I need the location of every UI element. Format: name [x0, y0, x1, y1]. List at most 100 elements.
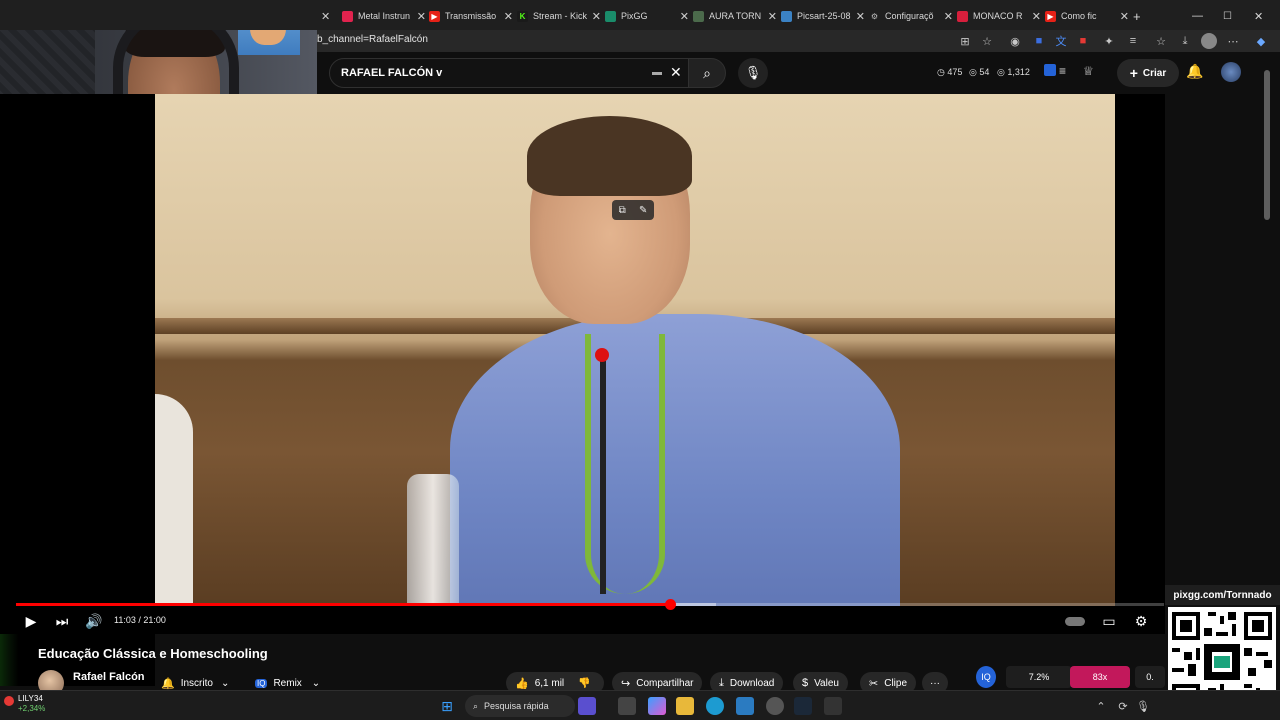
close-tab-icon[interactable]: ✕ — [944, 10, 953, 23]
subtitles-icon[interactable]: ▭ — [1100, 612, 1118, 630]
menu-icon[interactable]: ≡ — [1059, 64, 1066, 78]
search-icon: ⌕ — [703, 64, 711, 81]
extension-red-icon[interactable]: ■ — [1075, 33, 1091, 49]
tray-microphone-icon[interactable]: 🎙 — [1134, 697, 1152, 715]
close-tab-icon[interactable]: ✕ — [768, 10, 777, 23]
obs-app-icon[interactable] — [766, 697, 784, 715]
close-tab-icon[interactable]: ✕ — [592, 10, 601, 23]
search-input[interactable]: RAFAEL FALCÓN v — [341, 67, 442, 79]
browser-tab[interactable]: ✕ — [317, 4, 335, 28]
play-icon[interactable]: ▶ — [22, 612, 40, 630]
translate-icon[interactable]: 文 — [1053, 33, 1069, 49]
stock-widget[interactable]: LILY34 +2,34% — [18, 694, 45, 714]
extension-shield-icon[interactable]: ■ — [1031, 33, 1047, 49]
favorites-icon[interactable]: ☆ — [1153, 33, 1169, 49]
notes-icon[interactable]: ✎ — [639, 205, 647, 216]
volume-icon[interactable]: 🔊 — [85, 612, 103, 630]
widgets-app-icon[interactable] — [578, 697, 596, 715]
notifications-bell-icon[interactable]: 🔔 — [1186, 63, 1203, 80]
minimize-icon[interactable]: — — [1192, 4, 1204, 28]
remix-label: Remix — [273, 677, 302, 689]
copilot-icon[interactable]: ◆ — [1253, 33, 1269, 49]
browser-tab[interactable]: AURA TORN ✕ — [693, 4, 777, 28]
close-window-icon[interactable]: ✕ — [1254, 4, 1266, 28]
views-count: 475 — [947, 67, 963, 77]
channel-name[interactable]: Rafael Falcón — [73, 671, 145, 683]
close-tab-icon[interactable]: ✕ — [856, 10, 865, 23]
stock-change: +2,34% — [18, 704, 46, 713]
download-label: Download — [729, 677, 775, 689]
windows-start-icon[interactable]: ⊞ — [438, 697, 456, 715]
browser-tab[interactable]: PixGG ✕ — [605, 4, 689, 28]
close-tab-icon[interactable]: ✕ — [417, 10, 426, 23]
autoplay-toggle[interactable] — [1064, 612, 1086, 630]
profile-avatar-icon[interactable] — [1201, 33, 1217, 49]
tab-favicon-icon: K — [517, 10, 528, 22]
video-player[interactable]: ⧉ ✎ — [0, 94, 1165, 634]
address-bar[interactable]: b_channel=RafaelFalcón ⊞ ☆ ◉ ■ 文 ■ ✦ ≡ ☆… — [317, 30, 1280, 52]
tray-chevron-icon[interactable]: ⌃ — [1092, 697, 1110, 715]
extension-puzzle-icon[interactable]: ✦ — [1101, 33, 1117, 49]
steam-app-icon[interactable] — [794, 697, 812, 715]
speaker-lanyard — [585, 334, 665, 594]
iq-badge-icon: IQ — [976, 666, 996, 688]
dislike-icon[interactable]: 👎 — [578, 678, 590, 689]
url-text[interactable]: b_channel=RafaelFalcón — [317, 34, 428, 45]
task-view-icon[interactable] — [618, 697, 636, 715]
picture-in-picture-icon[interactable]: ⧉ — [619, 205, 626, 216]
close-tab-icon[interactable]: ✕ — [680, 10, 689, 23]
tab-favicon-icon — [781, 10, 792, 22]
close-tab-icon[interactable]: ✕ — [1120, 10, 1129, 23]
microphone-light — [595, 348, 609, 362]
video-frame[interactable] — [155, 94, 1115, 606]
install-app-icon[interactable]: ⊞ — [957, 33, 973, 49]
copilot-app-icon[interactable] — [648, 697, 666, 715]
extension-badge-icon[interactable] — [1044, 64, 1056, 76]
next-icon[interactable]: ⏭ — [53, 612, 71, 630]
search-box[interactable]: RAFAEL FALCÓN v ▬ ✕ — [329, 58, 699, 88]
download-icon[interactable]: ⤓ — [1177, 33, 1193, 49]
photos-app-icon[interactable] — [736, 697, 754, 715]
close-tab-icon[interactable]: ✕ — [1032, 10, 1041, 23]
taskbar-search[interactable]: ⌕ Pesquisa rápida — [465, 695, 575, 717]
new-tab-button[interactable]: + — [1133, 4, 1147, 28]
edge-browser-icon[interactable] — [706, 697, 724, 715]
notepad-app-icon[interactable] — [824, 697, 842, 715]
extension-icon[interactable]: ◉ — [1007, 33, 1023, 49]
played-bar — [16, 603, 671, 606]
video-overlay-controls[interactable]: ⧉ ✎ — [612, 200, 654, 220]
maximize-icon[interactable]: ☐ — [1223, 4, 1235, 28]
browser-tab[interactable]: Metal Instrun ✕ — [342, 4, 426, 28]
close-tab-icon[interactable]: ✕ — [504, 10, 513, 23]
browser-tab[interactable]: Picsart-25-08 ✕ — [781, 4, 865, 28]
reading-list-icon[interactable]: ≡ — [1125, 33, 1141, 49]
account-avatar[interactable] — [1221, 62, 1241, 82]
clock-icon: ◷ — [937, 67, 945, 77]
page-scrollbar[interactable] — [1264, 70, 1270, 220]
watchers-stat: ◎ 1,312 — [997, 67, 1030, 78]
microphone-icon: 🎙 — [744, 65, 762, 80]
browser-tab[interactable]: ▶ Transmissão ✕ — [429, 4, 513, 28]
like-icon[interactable]: 👍 — [515, 677, 529, 690]
keyboard-icon[interactable]: ▬ — [652, 67, 662, 78]
browser-tab[interactable]: K Stream - Kick ✕ — [517, 4, 601, 28]
settings-gear-icon[interactable]: ⚙ — [1132, 612, 1150, 630]
create-button[interactable]: + Criar — [1117, 59, 1179, 87]
close-tab-icon[interactable]: ✕ — [321, 10, 330, 23]
clear-search-icon[interactable]: ✕ — [670, 64, 682, 81]
tab-label: MONACO R — [973, 11, 1023, 21]
scissors-icon: ✂ — [869, 677, 879, 690]
browser-menu-icon[interactable]: ⋯ — [1225, 33, 1241, 49]
search-button[interactable]: ⌕ — [688, 58, 726, 88]
browser-tab[interactable]: MONACO R ✕ — [957, 4, 1041, 28]
browser-tab[interactable]: ▶ Como fic ✕ — [1045, 4, 1129, 28]
bookmark-star-icon[interactable]: ☆ — [979, 33, 995, 49]
progress-bar[interactable] — [16, 599, 1164, 610]
tray-app-icon[interactable]: ⟳ — [1114, 697, 1132, 715]
eye-icon: ◎ — [969, 67, 977, 77]
file-explorer-icon[interactable] — [676, 697, 694, 715]
browser-tab[interactable]: ⚙ Configuraçõ ✕ — [869, 4, 953, 28]
voice-search-button[interactable]: 🎙 — [738, 58, 768, 88]
share-icon: ↪ — [621, 677, 631, 690]
trophy-icon[interactable]: ♕ — [1083, 64, 1094, 78]
